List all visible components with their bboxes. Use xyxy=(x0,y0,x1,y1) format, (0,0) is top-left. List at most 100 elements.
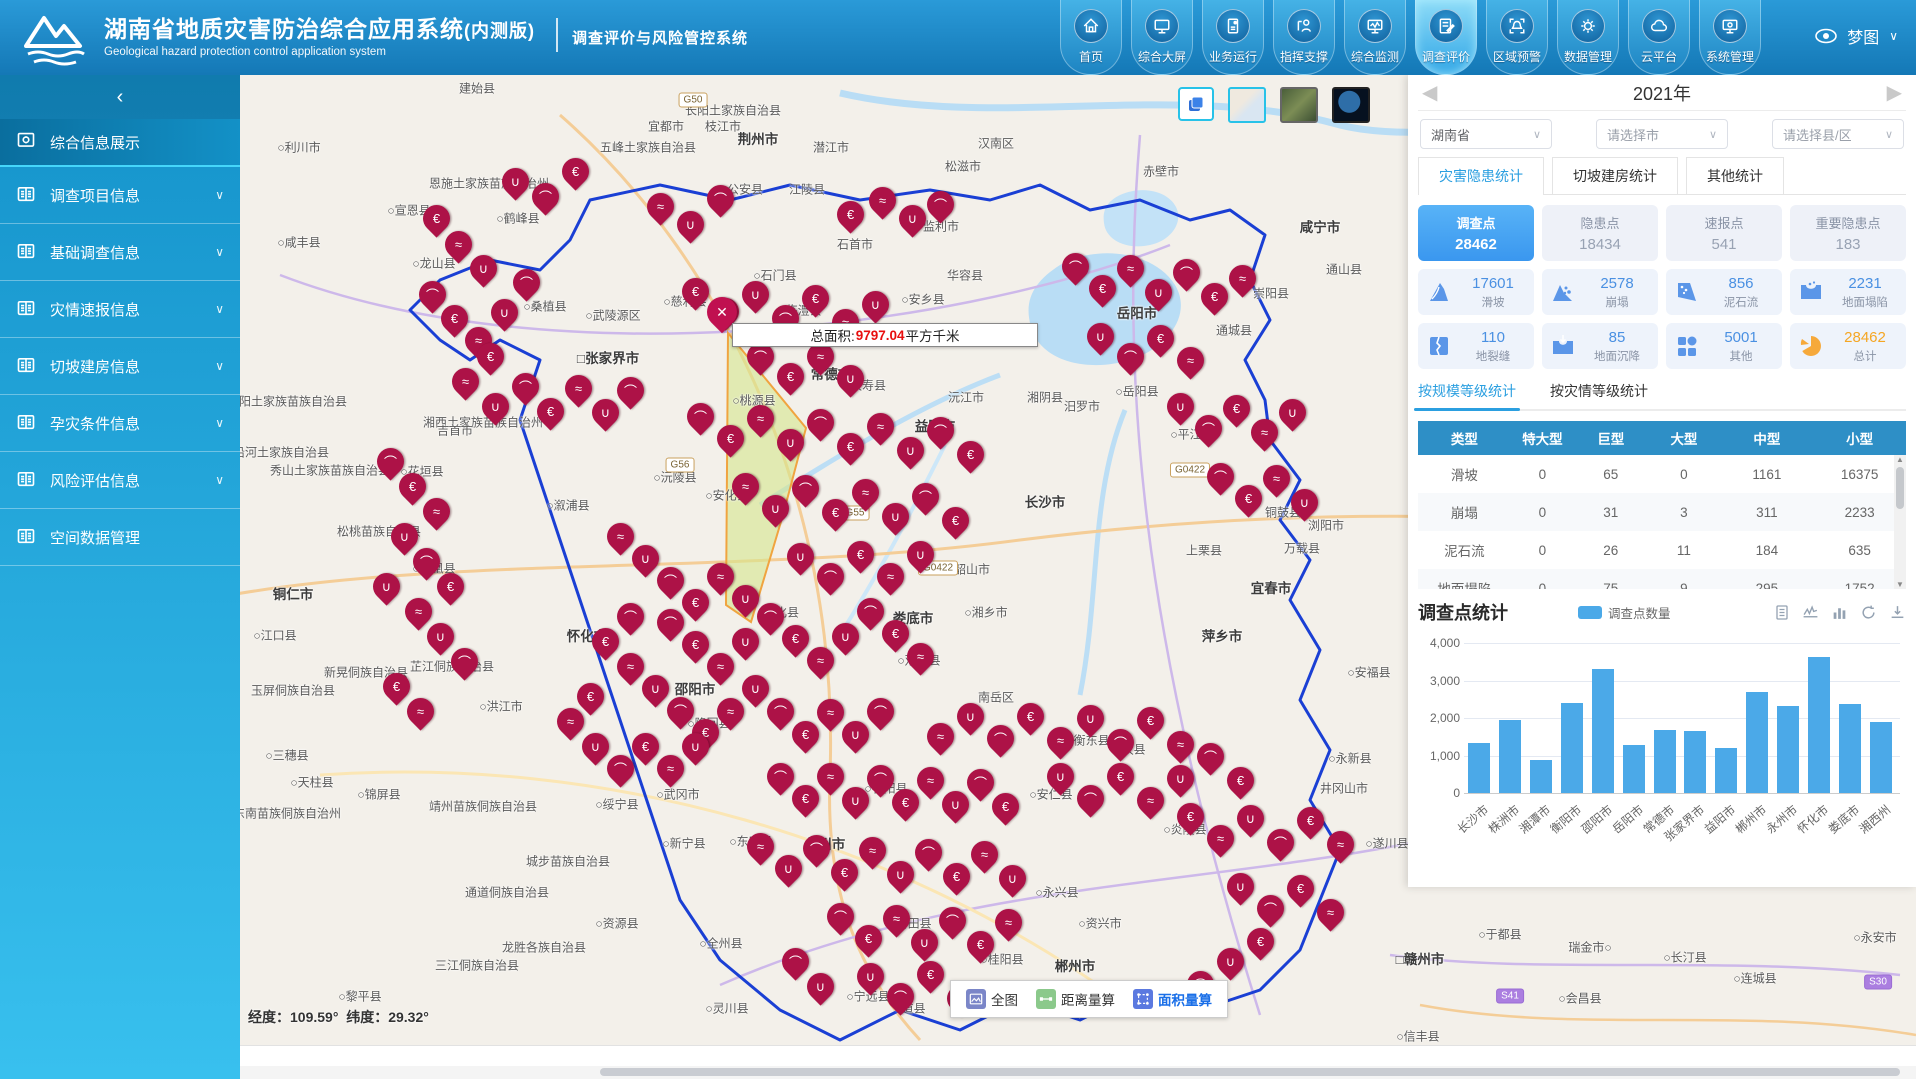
hazard-point-marker[interactable]: ⌒ xyxy=(526,177,564,215)
bar-郴州市[interactable] xyxy=(1746,692,1768,793)
hazard-point-marker[interactable]: € xyxy=(961,925,999,963)
hazard-point-marker[interactable]: ∪ xyxy=(769,849,807,887)
hazard-point-marker[interactable]: ⌒ xyxy=(1189,409,1227,447)
hazard-point-marker[interactable]: € xyxy=(1281,869,1319,907)
hazard-point-marker[interactable]: ∪ xyxy=(1211,942,1249,980)
hazard-point-marker[interactable]: ≈ xyxy=(846,473,884,511)
hazard-point-marker[interactable]: € xyxy=(1291,801,1329,839)
hazard-point-marker[interactable]: € xyxy=(911,955,949,993)
hazard-point-marker[interactable]: € xyxy=(796,279,834,317)
bar-长沙市[interactable] xyxy=(1468,743,1490,793)
sidebar-spatial-data[interactable]: 空间数据管理 xyxy=(0,509,240,566)
tile-地裂缝[interactable]: 110地裂缝 xyxy=(1418,323,1534,369)
hazard-point-marker[interactable]: € xyxy=(711,419,749,457)
hazard-point-marker[interactable]: ≈ xyxy=(741,827,779,865)
hazard-point-marker[interactable]: ⌒ xyxy=(1261,823,1299,861)
hazard-point-marker[interactable]: € xyxy=(1195,277,1233,315)
distance-measure-button[interactable]: 距离量算 xyxy=(1036,989,1115,1009)
hazard-point-marker[interactable]: ⌒ xyxy=(681,397,719,435)
horizontal-scrollbar-thumb[interactable] xyxy=(600,1068,1900,1076)
bar-湘潭市[interactable] xyxy=(1530,760,1552,793)
tile-泥石流[interactable]: 856泥石流 xyxy=(1666,269,1782,315)
hazard-point-marker[interactable]: ≈ xyxy=(726,467,764,505)
refresh-icon[interactable] xyxy=(1860,604,1877,621)
hazard-point-marker[interactable]: ⌒ xyxy=(906,477,944,515)
hazard-point-marker[interactable]: ≈ xyxy=(901,637,939,675)
hazard-point-marker[interactable]: ⌒ xyxy=(797,829,835,867)
table-row[interactable]: 地面塌陷07592951752 xyxy=(1418,569,1906,589)
username[interactable]: 梦图 xyxy=(1847,24,1879,48)
hazard-point-marker[interactable]: ⌒ xyxy=(861,692,899,730)
hazard-point-marker[interactable]: ⌒ xyxy=(1251,889,1289,927)
hazard-point-marker[interactable]: ≈ xyxy=(446,362,484,400)
hazard-point-marker[interactable]: ⌒ xyxy=(1201,457,1239,495)
hazard-point-marker[interactable]: € xyxy=(1171,797,1209,835)
hazard-point-marker[interactable]: € xyxy=(841,535,879,573)
hazard-point-marker[interactable]: ∪ xyxy=(856,285,894,323)
hazard-point-marker[interactable]: ≈ xyxy=(989,903,1027,941)
hazard-point-marker[interactable]: € xyxy=(1101,757,1139,795)
hazard-point-marker[interactable]: € xyxy=(825,853,863,891)
hazard-point-marker[interactable]: ≈ xyxy=(1201,819,1239,857)
tile-崩塌[interactable]: 2578崩塌 xyxy=(1542,269,1658,315)
hazard-point-marker[interactable]: ⌒ xyxy=(909,833,947,871)
hazard-point-marker[interactable]: ≈ xyxy=(861,407,899,445)
sidebar-slope-housing[interactable]: 切坡建房信息∨ xyxy=(0,338,240,395)
hazard-point-marker[interactable]: ∪ xyxy=(736,275,774,313)
hazard-point-marker[interactable]: ⌒ xyxy=(611,371,649,409)
nav-data-mgmt[interactable]: 数据管理 xyxy=(1557,0,1619,75)
tab-hazard-stats[interactable]: 灾害隐患统计 xyxy=(1418,157,1544,194)
bar-怀化市[interactable] xyxy=(1808,657,1830,793)
tab-slope-housing-stats[interactable]: 切坡建房统计 xyxy=(1552,157,1678,194)
hazard-point-marker[interactable]: € xyxy=(831,195,869,233)
card-key-hazard-points[interactable]: 重要隐患点183 xyxy=(1790,205,1906,261)
hazard-point-marker[interactable]: ⌒ xyxy=(776,942,814,980)
county-select[interactable]: 请选择县/区∨ xyxy=(1772,119,1904,149)
hazard-point-marker[interactable]: ∪ xyxy=(1041,757,1079,795)
basemap-street-thumbnail[interactable] xyxy=(1228,87,1266,123)
hazard-point-marker[interactable]: ≈ xyxy=(1041,721,1079,759)
hazard-point-marker[interactable]: € xyxy=(986,787,1024,825)
hazard-point-marker[interactable]: ⌒ xyxy=(821,897,859,935)
hazard-point-marker[interactable]: ≈ xyxy=(1171,341,1209,379)
hazard-point-marker[interactable]: € xyxy=(1217,389,1255,427)
hazard-point-marker[interactable]: ∪ xyxy=(905,923,943,961)
hazard-point-marker[interactable]: ∪ xyxy=(831,359,869,397)
hazard-point-marker[interactable]: ∪ xyxy=(781,537,819,575)
tile-其他[interactable]: 5001其他 xyxy=(1666,323,1782,369)
sidebar-hazard-condition[interactable]: 孕灾条件信息∨ xyxy=(0,395,240,452)
sidebar-risk-eval[interactable]: 风险评估信息∨ xyxy=(0,452,240,509)
hazard-point-marker[interactable]: ⌒ xyxy=(786,469,824,507)
card-hazard-points[interactable]: 隐患点18434 xyxy=(1542,205,1658,261)
area-measure-button[interactable]: 面积量算 xyxy=(1133,989,1212,1009)
tile-地面沉降[interactable]: 85地面沉降 xyxy=(1542,323,1658,369)
tile-滑坡[interactable]: 17601滑坡 xyxy=(1418,269,1534,315)
bar-常德市[interactable] xyxy=(1654,730,1676,793)
bar-益阳市[interactable] xyxy=(1715,748,1737,793)
bar-株洲市[interactable] xyxy=(1499,720,1521,794)
subtab-by-severity[interactable]: 按灾情等级统计 xyxy=(1550,381,1648,409)
bar-岳阳市[interactable] xyxy=(1623,745,1645,793)
hazard-point-marker[interactable]: € xyxy=(1141,319,1179,357)
subtab-by-scale[interactable]: 按规模等级统计 xyxy=(1418,381,1516,409)
hazard-point-marker[interactable]: € xyxy=(951,435,989,473)
hazard-point-marker[interactable]: € xyxy=(1229,479,1267,517)
hazard-point-marker[interactable]: € xyxy=(936,501,974,539)
hazard-point-marker[interactable]: ∪ xyxy=(1273,393,1311,431)
hazard-point-marker[interactable]: ∪ xyxy=(771,423,809,461)
hazard-point-marker[interactable]: € xyxy=(771,357,809,395)
sidebar-basic-survey[interactable]: 基础调查信息∨ xyxy=(0,224,240,281)
hazard-point-marker[interactable]: ⌒ xyxy=(921,185,959,223)
hazard-point-marker[interactable]: ≈ xyxy=(401,692,439,730)
full-extent-button[interactable]: 全图 xyxy=(966,989,1018,1009)
hazard-point-marker[interactable]: € xyxy=(816,493,854,531)
hazard-point-marker[interactable]: ⌒ xyxy=(981,719,1019,757)
hazard-point-marker[interactable]: ≈ xyxy=(1321,825,1359,863)
hazard-point-marker[interactable]: ∪ xyxy=(876,497,914,535)
hazard-point-marker[interactable]: ∪ xyxy=(851,957,889,995)
nav-monitoring[interactable]: 综合监测 xyxy=(1344,0,1406,75)
hazard-point-marker[interactable]: ∪ xyxy=(1231,799,1269,837)
hazard-point-marker[interactable]: ∪ xyxy=(881,855,919,893)
hazard-point-marker[interactable]: ≈ xyxy=(863,181,901,219)
scroll-up-icon[interactable]: ▲ xyxy=(1896,455,1904,464)
